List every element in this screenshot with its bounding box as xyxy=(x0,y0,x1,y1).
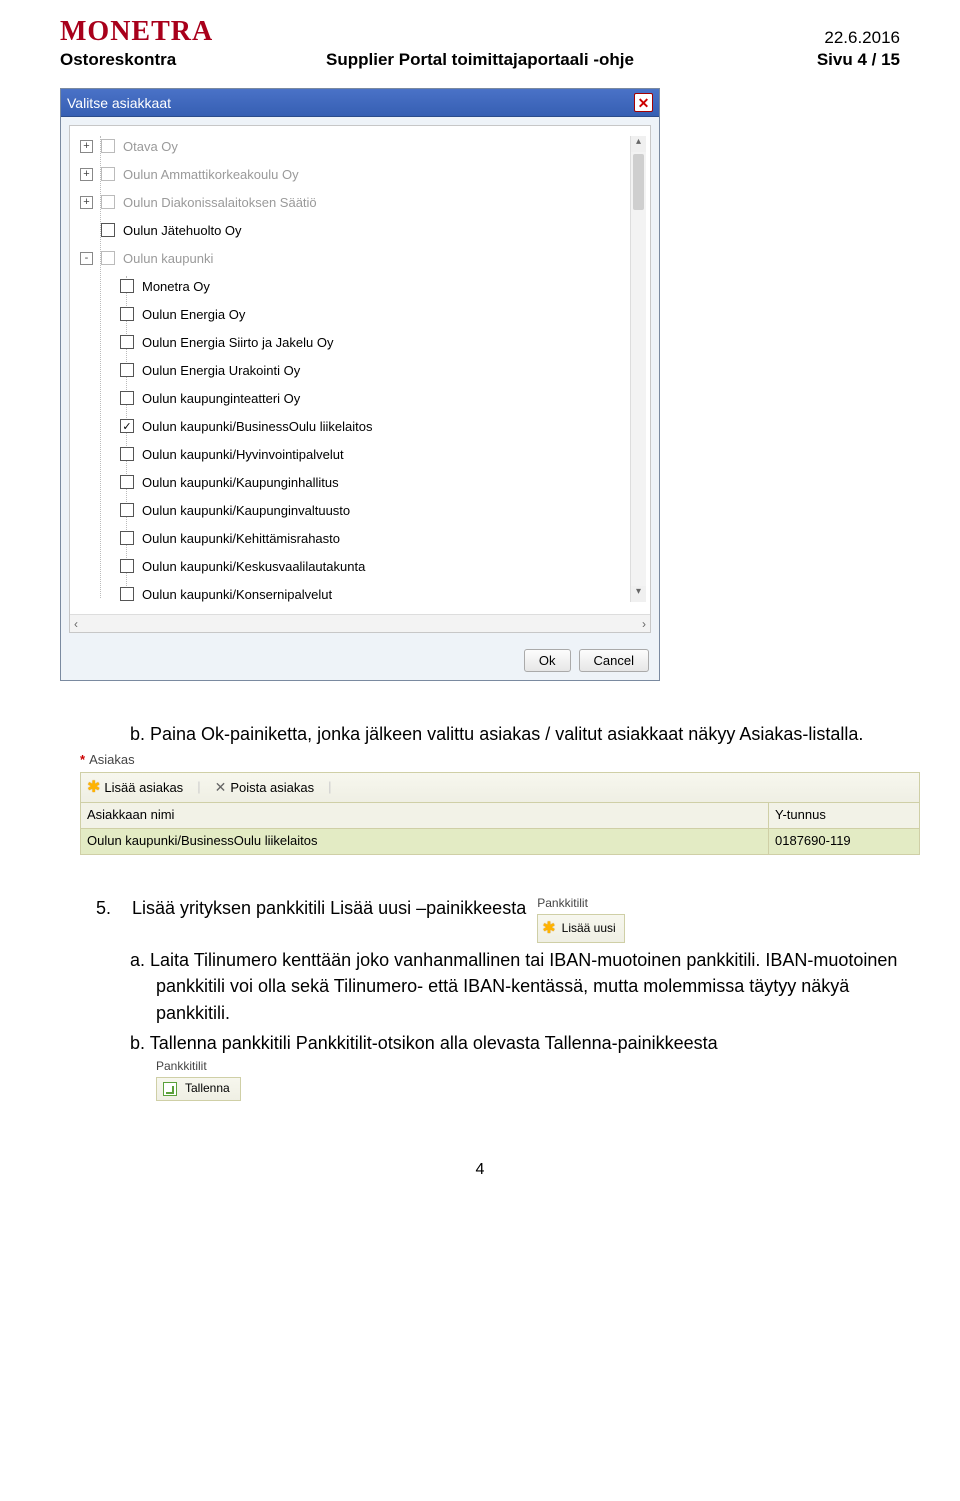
tree-node[interactable]: Oulun kaupunki/BusinessOulu liikelaitos xyxy=(70,412,650,440)
tree-node-label: Oulun kaupunki xyxy=(123,251,213,266)
close-icon[interactable]: ✕ xyxy=(634,93,653,112)
checkbox[interactable] xyxy=(120,559,134,573)
tree-node-label: Oulun kaupunki/Kaupunginhallitus xyxy=(142,475,339,490)
customer-row-ytunnus: 0187690-119 xyxy=(769,829,919,854)
tree-node[interactable]: Oulun kaupunginteatteri Oy xyxy=(70,384,650,412)
checkbox[interactable] xyxy=(120,335,134,349)
cancel-button[interactable]: Cancel xyxy=(579,649,649,672)
customer-tree[interactable]: + Otava Oy + Oulun Ammattikorkeakoulu Oy + Ou… xyxy=(70,126,650,614)
section-name: Ostoreskontra xyxy=(60,50,270,70)
step5b-text: b. Tallenna pankkitili Pankkitilit-otsik… xyxy=(130,1030,900,1056)
tree-node-label: Oulun kaupunki/Kaupunginvaltuusto xyxy=(142,503,350,518)
checkbox[interactable] xyxy=(120,307,134,321)
asiakas-label: Asiakas xyxy=(89,752,135,767)
tallenna-button[interactable]: Tallenna xyxy=(156,1077,241,1100)
pankkitilit-snippet: Pankkitilit ✱ Lisää uusi xyxy=(537,895,624,944)
checkbox[interactable] xyxy=(101,223,115,237)
expand-icon[interactable]: + xyxy=(80,196,93,209)
tree-node[interactable]: Oulun Jätehuolto Oy xyxy=(70,216,650,244)
step5-text: Lisää yrityksen pankkitili Lisää uusi –p… xyxy=(132,898,526,918)
tree-node[interactable]: Oulun kaupunki/Kehittämisrahasto xyxy=(70,524,650,552)
tallenna-snippet: Pankkitilit Tallenna xyxy=(156,1058,900,1101)
tree-node-label: Oulun kaupunki/Kehittämisrahasto xyxy=(142,531,340,546)
dialog-valitse-asiakkaat: Valitse asiakkaat ✕ + Otava Oy + Oulun Amma… xyxy=(60,88,660,681)
asiakas-snippet: *Asiakas ✱Lisää asiakas | ✕Poista asiaka… xyxy=(80,751,920,855)
tree-node-label: Oulun kaupunki/Hyvinvointipalvelut xyxy=(142,447,344,462)
lisaa-uusi-link[interactable]: ✱ Lisää uusi xyxy=(537,914,624,943)
tree-node-label: Otava Oy xyxy=(123,139,178,154)
checkbox[interactable] xyxy=(120,447,134,461)
tree-node[interactable]: + Oulun Ammattikorkeakoulu Oy xyxy=(70,160,650,188)
checkbox[interactable] xyxy=(101,251,115,265)
checkbox[interactable] xyxy=(101,195,115,209)
checkbox[interactable] xyxy=(120,279,134,293)
tree-node-label: Oulun Jätehuolto Oy xyxy=(123,223,242,238)
checkbox[interactable] xyxy=(101,139,115,153)
document-date: 22.6.2016 xyxy=(824,28,900,48)
page-number: 4 xyxy=(60,1161,900,1179)
step5a-text: a. Laita Tilinumero kenttään joko vanhan… xyxy=(130,947,900,1025)
brand-logo: MONETRA xyxy=(60,16,213,48)
save-icon xyxy=(163,1082,177,1096)
tree-node-label: Monetra Oy xyxy=(142,279,210,294)
tree-node[interactable]: Oulun kaupunki/Kaupunginhallitus xyxy=(70,468,650,496)
checkbox[interactable] xyxy=(120,587,134,601)
tree-node[interactable]: + Oulun Diakonissalaitoksen Säätiö xyxy=(70,188,650,216)
step-b-text: b. Paina Ok-painiketta, jonka jälkeen va… xyxy=(130,721,900,747)
tree-node-label: Oulun Energia Urakointi Oy xyxy=(142,363,300,378)
checkbox[interactable] xyxy=(120,363,134,377)
tree-node[interactable]: Oulun kaupunki/Konsernipalvelut xyxy=(70,580,650,608)
tree-node[interactable]: Oulun Energia Urakointi Oy xyxy=(70,356,650,384)
expand-icon[interactable]: + xyxy=(80,140,93,153)
vertical-scrollbar[interactable]: ▴ ▾ xyxy=(630,136,646,602)
collapse-icon[interactable]: - xyxy=(80,252,93,265)
remove-customer-link[interactable]: ✕Poista asiakas xyxy=(215,777,315,798)
step5-number: 5. xyxy=(96,895,122,921)
pankkitilit-label: Pankkitilit xyxy=(537,895,624,912)
document-title: Supplier Portal toimittajaportaali -ohje xyxy=(270,50,690,70)
tree-node-label: Oulun Energia Siirto ja Jakelu Oy xyxy=(142,335,333,350)
tree-node[interactable]: - Oulun kaupunki xyxy=(70,244,650,272)
tree-node[interactable]: Oulun Energia Siirto ja Jakelu Oy xyxy=(70,328,650,356)
tree-node-label: Oulun kaupunginteatteri Oy xyxy=(142,391,300,406)
customer-row-name: Oulun kaupunki/BusinessOulu liikelaitos xyxy=(81,829,769,854)
tree-node[interactable]: Oulun Energia Oy xyxy=(70,300,650,328)
column-ytunnus: Y-tunnus xyxy=(769,803,919,828)
tree-node-label: Oulun Diakonissalaitoksen Säätiö xyxy=(123,195,317,210)
tree-node-label: Oulun kaupunki/BusinessOulu liikelaitos xyxy=(142,419,373,434)
tree-node-label: Oulun kaupunki/Keskusvaalilautakunta xyxy=(142,559,365,574)
page-indicator: Sivu 4 / 15 xyxy=(690,50,900,70)
tree-node-label: Oulun kaupunki/Konsernipalvelut xyxy=(142,587,332,602)
add-customer-link[interactable]: ✱Lisää asiakas xyxy=(87,776,183,799)
checkbox[interactable] xyxy=(120,391,134,405)
tree-node[interactable]: Monetra Oy xyxy=(70,272,650,300)
tree-node-label: Oulun Ammattikorkeakoulu Oy xyxy=(123,167,299,182)
expand-icon[interactable]: + xyxy=(80,168,93,181)
horizontal-scrollbar[interactable]: ‹› xyxy=(70,614,650,632)
column-asiakkaan-nimi: Asiakkaan nimi xyxy=(81,803,769,828)
tree-node[interactable]: + Otava Oy xyxy=(70,132,650,160)
tree-node[interactable]: Oulun kaupunki/Hyvinvointipalvelut xyxy=(70,440,650,468)
checkbox[interactable] xyxy=(120,531,134,545)
checkbox[interactable] xyxy=(120,503,134,517)
tree-node[interactable]: Oulun kaupunki/Kaupunginvaltuusto xyxy=(70,496,650,524)
dialog-title-text: Valitse asiakkaat xyxy=(67,95,171,111)
customer-row[interactable]: Oulun kaupunki/BusinessOulu liikelaitos … xyxy=(80,829,920,855)
checkbox[interactable] xyxy=(120,475,134,489)
tree-node[interactable]: Oulun kaupunki/Keskusvaalilautakunta xyxy=(70,552,650,580)
checkbox[interactable] xyxy=(120,419,134,433)
tree-node-label: Oulun Energia Oy xyxy=(142,307,245,322)
pankkitilit-label-2: Pankkitilit xyxy=(156,1058,900,1075)
ok-button[interactable]: Ok xyxy=(524,649,571,672)
checkbox[interactable] xyxy=(101,167,115,181)
